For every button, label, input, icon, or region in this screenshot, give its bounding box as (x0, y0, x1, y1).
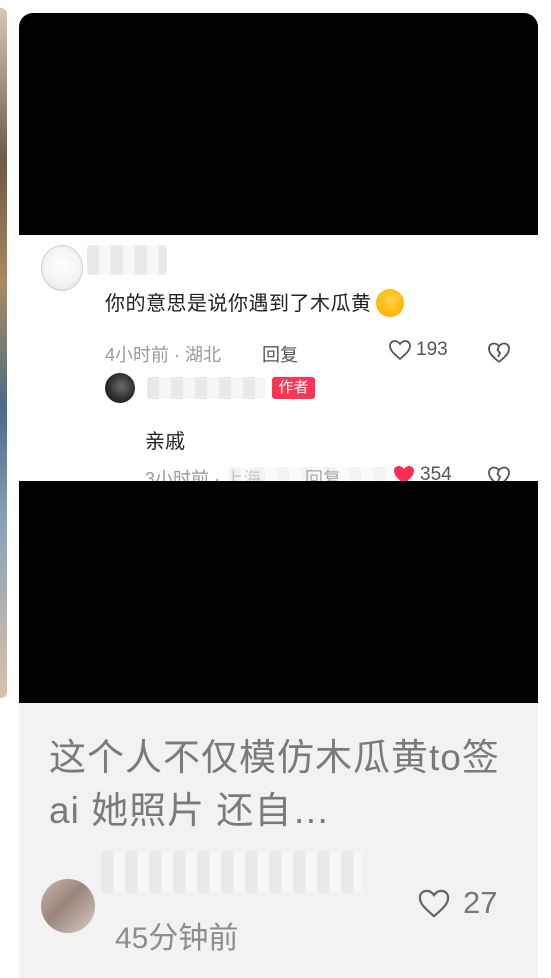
broken-heart-icon[interactable] (487, 465, 511, 481)
post-time: 45分钟前 (115, 922, 239, 955)
author-avatar (105, 373, 135, 403)
watermark-overlay (229, 467, 399, 481)
commenter-avatar (41, 245, 83, 291)
heart-outline-icon (418, 889, 450, 918)
post-caption[interactable]: 这个人不仅模仿木瓜黄to签 ai 她照片 还自… (49, 731, 519, 837)
post-like-count: 27 (463, 885, 498, 920)
comment-screenshot: 你的意思是说你遇到了木瓜黄 4小时前 · 湖北 回复 193 作者 亲戚 3小时… (19, 235, 538, 481)
blurred-author-name (101, 851, 363, 893)
grinning-emoji-icon (375, 288, 404, 317)
author-badge: 作者 (272, 377, 315, 399)
heart-outline-icon (389, 340, 411, 361)
comment-text: 你的意思是说你遇到了木瓜黄 (105, 287, 404, 319)
author-avatar[interactable] (41, 879, 95, 933)
post-like-button[interactable]: 27 (417, 885, 497, 921)
comment-reply-link[interactable]: 回复 (262, 341, 298, 367)
comment-text-content: 你的意思是说你遇到了木瓜黄 (105, 293, 372, 315)
post-card[interactable]: 你的意思是说你遇到了木瓜黄 4小时前 · 湖北 回复 193 作者 亲戚 3小时… (19, 13, 538, 978)
author-reply-like-button[interactable]: 354 (392, 464, 452, 481)
blurred-username (87, 245, 167, 275)
heart-filled-icon (394, 466, 414, 481)
blurred-author-name (147, 377, 265, 399)
comment-meta: 4小时前 · 湖北 (105, 345, 222, 365)
post-cover-image[interactable]: 你的意思是说你遇到了木瓜黄 4小时前 · 湖北 回复 193 作者 亲戚 3小时… (19, 13, 538, 703)
author-reply-text: 亲戚 (145, 431, 185, 453)
comment-like-button[interactable]: 193 (388, 339, 448, 361)
comment-like-count: 193 (416, 339, 448, 360)
author-reply-like-count: 354 (420, 464, 452, 481)
adjacent-card-edge[interactable] (0, 8, 7, 698)
broken-heart-icon[interactable] (487, 341, 511, 365)
